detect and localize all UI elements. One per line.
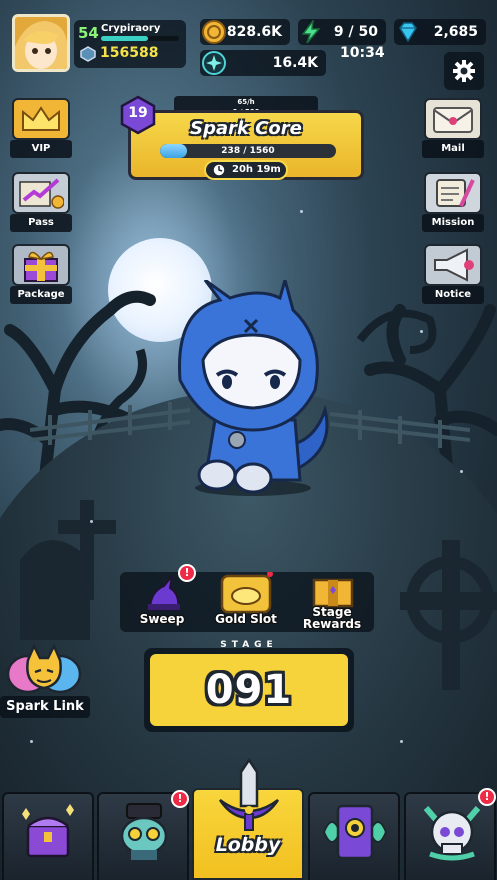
event-title: Spark Core xyxy=(190,118,302,139)
player-level: 54 xyxy=(78,24,99,42)
heroes-alert-badge: ! xyxy=(171,790,189,808)
vip-button[interactable]: VIP xyxy=(10,98,72,158)
treasure-chest-icon xyxy=(312,578,354,608)
spark-star-icon xyxy=(202,51,226,75)
notice-label: Notice xyxy=(422,286,484,304)
spark-link-label: Spark Link xyxy=(0,696,90,718)
clock-icon xyxy=(212,163,226,177)
actions-bar: ! Sweep Gold Slot Stage Rewards xyxy=(120,564,374,632)
power-icon xyxy=(80,46,96,62)
vip-crown-icon xyxy=(22,106,60,131)
mail-label: Mail xyxy=(422,140,484,158)
pass-chart-icon xyxy=(19,178,64,209)
gold-counter[interactable]: 828.6K xyxy=(200,19,290,45)
mission-label: Mission xyxy=(422,214,484,232)
vip-label: VIP xyxy=(10,140,72,158)
event-rate: 65/h xyxy=(237,98,255,106)
event-timer: 20h 19m xyxy=(204,160,288,180)
boss-alert-badge: ! xyxy=(478,788,496,806)
sword-icon xyxy=(218,758,280,831)
settings-button[interactable] xyxy=(444,52,484,90)
stage-rewards-button[interactable]: Stage Rewards xyxy=(294,572,370,632)
event-progress-bar: 238 / 1560 xyxy=(160,144,336,158)
skull-icon xyxy=(423,806,481,861)
gem-counter[interactable]: 2,685 xyxy=(394,19,486,45)
notice-button[interactable]: Notice xyxy=(422,244,484,304)
package-button[interactable]: Package xyxy=(10,244,72,304)
gear-icon xyxy=(453,60,475,82)
energy-refill-timer: 10:34 xyxy=(340,45,385,61)
tab-lobby-label: Lobby xyxy=(215,834,281,856)
mission-button[interactable]: Mission xyxy=(422,172,484,232)
sweep-witch-icon xyxy=(148,574,180,611)
player-name: Crypiraory xyxy=(101,23,161,34)
energy-bolt-icon xyxy=(301,20,321,44)
stage-rewards-label: Stage Rewards xyxy=(302,605,362,631)
gold-value: 828.6K xyxy=(226,24,282,40)
diamond-icon xyxy=(399,22,417,43)
pass-button[interactable]: Pass xyxy=(10,172,72,232)
event-level-badge: 19 xyxy=(118,95,158,135)
mail-button[interactable]: Mail xyxy=(422,98,484,158)
tab-portal[interactable] xyxy=(308,792,400,880)
shop-chest-icon xyxy=(22,804,74,858)
player-avatar[interactable] xyxy=(12,14,70,72)
slot-machine-icon xyxy=(220,572,273,614)
wolf-hood-character xyxy=(178,280,329,496)
stage-button[interactable]: 091 xyxy=(144,648,354,732)
sweep-label: Sweep xyxy=(139,612,185,626)
gold-slot-button[interactable]: Gold Slot xyxy=(208,572,284,632)
event-progress-text: 238 / 1560 xyxy=(221,146,275,156)
spark-link-button[interactable]: Spark Link xyxy=(0,640,92,720)
pass-label: Pass xyxy=(10,214,72,232)
package-label: Package xyxy=(10,286,72,304)
stage-number: 091 xyxy=(205,667,293,713)
sweep-button[interactable]: ! Sweep xyxy=(124,564,200,632)
hero-portrait-icon xyxy=(15,17,67,69)
spark-core-event[interactable]: 65/h 0 / 500 Spark Core 238 / 1560 20h 1… xyxy=(128,96,364,188)
spark-counter[interactable]: 16.4K xyxy=(200,50,326,76)
bottom-navigation: ! Lobby ! xyxy=(0,758,497,880)
gem-value: 2,685 xyxy=(433,24,478,40)
event-timer-text: 20h 19m xyxy=(232,164,281,175)
megaphone-icon xyxy=(434,248,474,282)
tab-heroes[interactable]: ! xyxy=(97,790,189,880)
gold-slot-label: Gold Slot xyxy=(215,612,277,626)
envelope-icon xyxy=(433,107,473,133)
energy-counter[interactable]: 9 / 50 xyxy=(298,19,386,45)
tab-boss[interactable]: ! xyxy=(404,788,496,880)
tab-shop[interactable] xyxy=(2,792,94,880)
player-power: 156588 xyxy=(100,45,159,61)
profile-panel[interactable]: 54 Crypiraory 156588 xyxy=(74,20,186,68)
gold-coin-icon xyxy=(202,20,226,44)
spark-link-faces-icon xyxy=(6,643,82,694)
xp-bar xyxy=(101,36,179,41)
tab-lobby[interactable]: Lobby xyxy=(192,758,304,880)
sweep-alert-badge: ! xyxy=(178,564,196,582)
spark-value: 16.4K xyxy=(272,55,318,71)
event-level: 19 xyxy=(128,105,148,121)
celtic-cross xyxy=(400,540,497,690)
robot-hero-icon xyxy=(120,803,168,860)
portal-card-icon xyxy=(322,804,388,860)
scroll-quill-icon xyxy=(436,179,475,207)
gift-box-icon xyxy=(24,251,58,282)
energy-value: 9 / 50 xyxy=(333,24,378,40)
